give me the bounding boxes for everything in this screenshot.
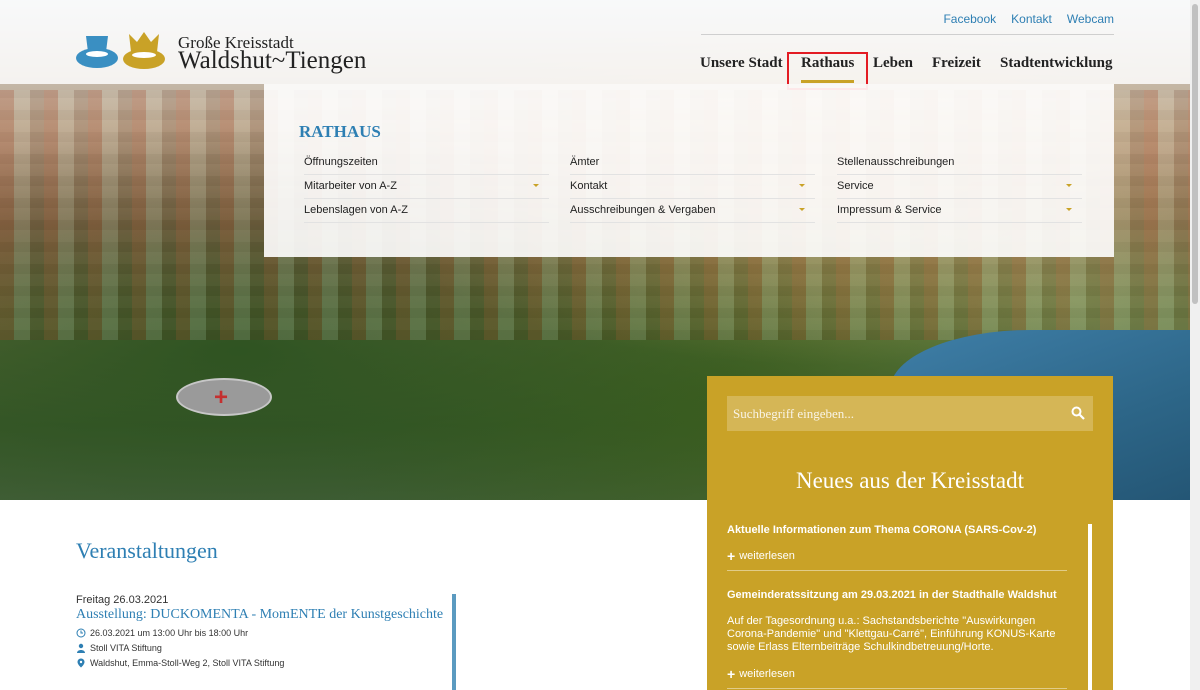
mega-menu-item-label: Ausschreibungen & Vergaben [570,204,716,216]
mega-menu-column: Stellenausschreibungen Service Impressum… [837,151,1082,223]
caret-down-icon[interactable] [799,184,805,187]
mega-menu-column: Ämter Kontakt Ausschreibungen & Vergaben [570,151,815,223]
mega-menu-item[interactable]: Impressum & Service [837,199,1082,223]
plus-icon: + [727,548,736,564]
hero-helipad [176,378,272,416]
mega-menu-item-label: Mitarbeiter von A-Z [304,180,397,192]
mega-menu-column: Öffnungszeiten Mitarbeiter von A-Z Leben… [304,151,549,223]
news-panel: Neues aus der Kreisstadt Aktuelle Inform… [707,376,1113,690]
event-date: Freitag 26.03.2021 [76,594,169,606]
event-organizer-text: Stoll VITA Stiftung [90,643,162,653]
logo-line-2: Waldshut~Tiengen [178,47,367,74]
news-scroll-indicator [1088,524,1092,690]
nav-stadtentwicklung[interactable]: Stadtentwicklung [1000,55,1113,72]
read-more-link[interactable]: + weiterlesen [727,666,1067,682]
rathaus-mega-menu: RATHAUS Öffnungszeiten Mitarbeiter von A… [264,84,1114,257]
mega-menu-item[interactable]: Ausschreibungen & Vergaben [570,199,815,223]
mega-menu-item-label: Ämter [570,156,600,168]
mega-menu-item[interactable]: Service [837,175,1082,199]
news-list: Aktuelle Informationen zum Thema CORONA … [727,524,1067,689]
mega-menu-item[interactable]: Mitarbeiter von A-Z [304,175,549,199]
event-time-text: 26.03.2021 um 13:00 Uhr bis 18:00 Uhr [90,628,249,638]
news-divider [727,570,1067,571]
person-icon [77,643,85,653]
mega-menu-item-label: Service [837,180,874,192]
nav-unsere-stadt[interactable]: Unsere Stadt [700,55,783,72]
mega-menu-item-label: Kontakt [570,180,608,192]
site-logo[interactable]: Große Kreisstadt Waldshut~Tiengen [76,30,376,74]
mega-menu-title: RATHAUS [299,122,381,141]
events-heading: Veranstaltungen [76,538,218,563]
news-divider [727,688,1067,689]
mega-menu-item[interactable]: Lebenslagen von A-Z [304,199,549,223]
search-box [727,396,1093,431]
news-item-title[interactable]: Gemeinderatssitzung am 29.03.2021 in der… [727,589,1067,601]
clock-icon [76,628,86,638]
news-item: Gemeinderatssitzung am 29.03.2021 in der… [727,589,1067,689]
event-title[interactable]: Ausstellung: DUCKOMENTA - MomENTE der Ku… [76,607,456,623]
nav-freizeit[interactable]: Freizeit [932,55,981,72]
webcam-link[interactable]: Webcam [1067,12,1114,26]
location-pin-icon [77,658,85,668]
event-time: 26.03.2021 um 13:00 Uhr bis 18:00 Uhr [76,628,456,638]
facebook-link[interactable]: Facebook [943,12,996,26]
page-scrollbar[interactable] [1190,0,1200,690]
mega-menu-item[interactable]: Ämter [570,151,815,175]
news-item-title[interactable]: Aktuelle Informationen zum Thema CORONA … [727,524,1067,536]
caret-down-icon[interactable] [533,184,539,187]
news-item: Aktuelle Informationen zum Thema CORONA … [727,524,1067,571]
read-more-label: weiterlesen [739,550,795,562]
search-input[interactable] [727,396,1057,431]
event-location-text: Waldshut, Emma-Stoll-Weg 2, Stoll VITA S… [90,658,285,668]
event-location: Waldshut, Emma-Stoll-Weg 2, Stoll VITA S… [76,658,456,668]
mega-menu-item[interactable]: Stellenausschreibungen [837,151,1082,175]
event-organizer: Stoll VITA Stiftung [76,643,456,653]
hat-icon [76,36,118,68]
scrollbar-thumb[interactable] [1192,4,1198,304]
mega-menu-item[interactable]: Öffnungszeiten [304,151,549,175]
event-item: Freitag 26.03.2021 Ausstellung: DUCKOMEN… [76,594,456,668]
crown-icon [123,32,165,69]
caret-down-icon[interactable] [1066,184,1072,187]
plus-icon: + [727,666,736,682]
mega-menu-item-label: Lebenslagen von A-Z [304,204,408,216]
top-links: Facebook Kontakt Webcam [928,12,1114,26]
mega-menu-item-label: Impressum & Service [837,204,942,216]
top-divider [701,34,1114,35]
caret-down-icon[interactable] [1066,208,1072,211]
mega-menu-item[interactable]: Kontakt [570,175,815,199]
read-more-link[interactable]: + weiterlesen [727,548,1067,564]
events-scroll-indicator [452,594,456,690]
search-icon[interactable] [1071,406,1085,420]
caret-down-icon[interactable] [799,208,805,211]
mega-menu-item-label: Öffnungszeiten [304,156,378,168]
news-item-text: Auf der Tagesordnung u.a.: Sachstandsber… [727,615,1056,653]
read-more-label: weiterlesen [739,668,795,680]
nav-leben[interactable]: Leben [873,55,913,72]
mega-menu-item-label: Stellenausschreibungen [837,156,955,168]
kontakt-link[interactable]: Kontakt [1011,12,1052,26]
news-heading: Neues aus der Kreisstadt [795,468,1024,493]
